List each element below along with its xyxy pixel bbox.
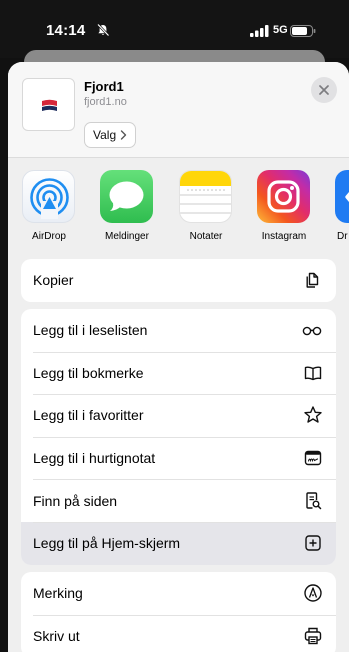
site-url: fjord1.no: [84, 96, 127, 108]
copy-icon: [306, 273, 319, 288]
action-label: Legg til på Hjem-skjerm: [33, 535, 181, 552]
printer-icon: [304, 627, 322, 645]
app-messages[interactable]: Meldinger: [94, 170, 160, 248]
quick-note-icon: [304, 450, 322, 466]
action-copy[interactable]: Kopier: [21, 259, 336, 302]
action-add-bookmark[interactable]: Legg til bokmerke: [21, 351, 336, 395]
action-markup[interactable]: Merking: [21, 572, 336, 615]
action-label: Finn på siden: [33, 492, 118, 509]
close-button[interactable]: [311, 77, 337, 103]
notes-icon: [179, 170, 232, 223]
app-label: Instagram: [261, 231, 307, 242]
action-label: Legg til i favoritter: [33, 407, 144, 424]
actions-group-page: Legg til i leselisten Legg til bokmerke …: [21, 309, 336, 565]
action-add-to-reading-list[interactable]: Legg til i leselisten: [21, 309, 336, 352]
options-button[interactable]: Valg: [84, 122, 137, 148]
action-label: Merking: [33, 585, 83, 602]
app-label: Dr: [337, 231, 348, 242]
network-type: 5G: [273, 24, 288, 36]
action-label: Legg til i leselisten: [33, 322, 148, 339]
app-instagram[interactable]: Instagram: [251, 170, 317, 248]
options-label: Valg: [93, 128, 117, 142]
fjord1-logo-icon: [42, 99, 57, 111]
app-notes[interactable]: Notater: [173, 170, 239, 248]
app-airdrop[interactable]: AirDrop: [16, 170, 82, 248]
add-square-icon: [305, 535, 321, 551]
status-time: 14:14: [46, 22, 86, 39]
messages-icon: [100, 170, 153, 223]
actions-group-copy: Kopier: [21, 259, 336, 302]
actions-group-other: Merking Skriv ut: [21, 572, 336, 652]
action-add-to-home-screen[interactable]: Legg til på Hjem-skjerm: [21, 521, 336, 565]
cellular-signal-icon: [250, 25, 269, 37]
action-label: Skriv ut: [33, 627, 80, 644]
share-sheet: Fjord1 fjord1.no Valg AirDrop Meldinger …: [8, 62, 349, 652]
find-in-page-icon: [306, 491, 322, 509]
site-name: Fjord1: [84, 79, 124, 94]
share-sheet-header: Fjord1 fjord1.no Valg: [8, 62, 349, 158]
bell-slash-icon: [97, 23, 110, 37]
action-add-to-quick-note[interactable]: Legg til i hurtignotat: [21, 436, 336, 480]
drive-icon: [335, 170, 349, 223]
action-add-to-favorites[interactable]: Legg til i favoritter: [21, 394, 336, 437]
share-apps-row: AirDrop Meldinger Notater Instagram Dr: [8, 158, 349, 254]
site-thumbnail: [22, 78, 75, 131]
close-icon: [319, 85, 329, 95]
action-print[interactable]: Skriv ut: [21, 614, 336, 652]
action-label: Legg til i hurtignotat: [33, 450, 156, 467]
markup-icon: [304, 584, 322, 602]
action-find-on-page[interactable]: Finn på siden: [21, 479, 336, 522]
app-drive[interactable]: Dr: [329, 170, 349, 248]
airdrop-icon: [22, 170, 75, 223]
action-label: Kopier: [33, 272, 74, 289]
star-icon: [304, 406, 322, 424]
app-label: Meldinger: [105, 231, 149, 242]
battery-icon: [290, 25, 316, 37]
instagram-icon: [257, 170, 310, 223]
glasses-icon: [302, 326, 322, 336]
book-icon: [304, 366, 322, 381]
app-label: AirDrop: [32, 231, 66, 242]
chevron-right-icon: [120, 130, 127, 140]
app-label: Notater: [189, 231, 223, 242]
action-label: Legg til bokmerke: [33, 364, 144, 381]
